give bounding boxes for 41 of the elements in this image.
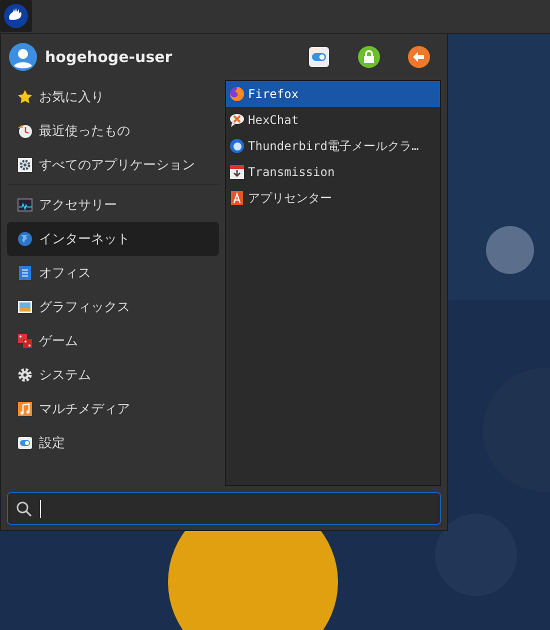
lock-button[interactable] xyxy=(357,45,381,69)
image-icon xyxy=(17,299,33,315)
user-name: hogehoge-user xyxy=(45,48,172,66)
bird-icon xyxy=(229,138,245,154)
user-icon xyxy=(9,43,37,71)
toggle-icon xyxy=(17,435,33,451)
category-item[interactable]: 設定 xyxy=(7,426,219,460)
app-menu-button[interactable] xyxy=(0,0,32,32)
music-note-icon xyxy=(17,401,33,417)
category-item[interactable]: 最近使ったもの xyxy=(7,114,219,148)
category-item[interactable]: すべてのアプリケーション xyxy=(7,148,219,182)
app-item[interactable]: Firefox xyxy=(226,81,440,107)
app-item[interactable]: Transmission xyxy=(226,159,440,185)
category-item[interactable]: マルチメディア xyxy=(7,392,219,426)
gear-icon xyxy=(17,367,33,383)
search-icon xyxy=(16,500,32,516)
shop-icon xyxy=(229,190,245,206)
star-icon xyxy=(17,89,33,105)
logout-button[interactable] xyxy=(407,45,431,69)
category-item[interactable]: お気に入り xyxy=(7,80,219,114)
text-cursor xyxy=(40,500,41,518)
category-item[interactable]: ゲーム xyxy=(7,324,219,358)
category-item[interactable]: グラフィックス xyxy=(7,290,219,324)
category-item[interactable]: システム xyxy=(7,358,219,392)
settings-button[interactable] xyxy=(307,45,331,69)
category-item[interactable]: アクセサリー xyxy=(7,188,219,222)
search-field[interactable] xyxy=(7,492,441,525)
clock-icon xyxy=(17,123,33,139)
category-item[interactable]: オフィス xyxy=(7,256,219,290)
app-item[interactable]: Thunderbird電子メールクラ… xyxy=(226,133,440,159)
globe-icon xyxy=(17,231,33,247)
document-icon xyxy=(17,265,33,281)
fox-icon xyxy=(229,86,245,102)
gear-icon xyxy=(17,157,33,173)
monitor-icon xyxy=(17,197,33,213)
speech-bubble-icon xyxy=(229,112,245,128)
dice-icon xyxy=(17,333,33,349)
app-item[interactable]: HexChat xyxy=(226,107,440,133)
app-item[interactable]: アプリセンター xyxy=(226,185,440,211)
download-box-icon xyxy=(229,164,245,180)
category-item[interactable]: インターネット xyxy=(7,222,219,256)
